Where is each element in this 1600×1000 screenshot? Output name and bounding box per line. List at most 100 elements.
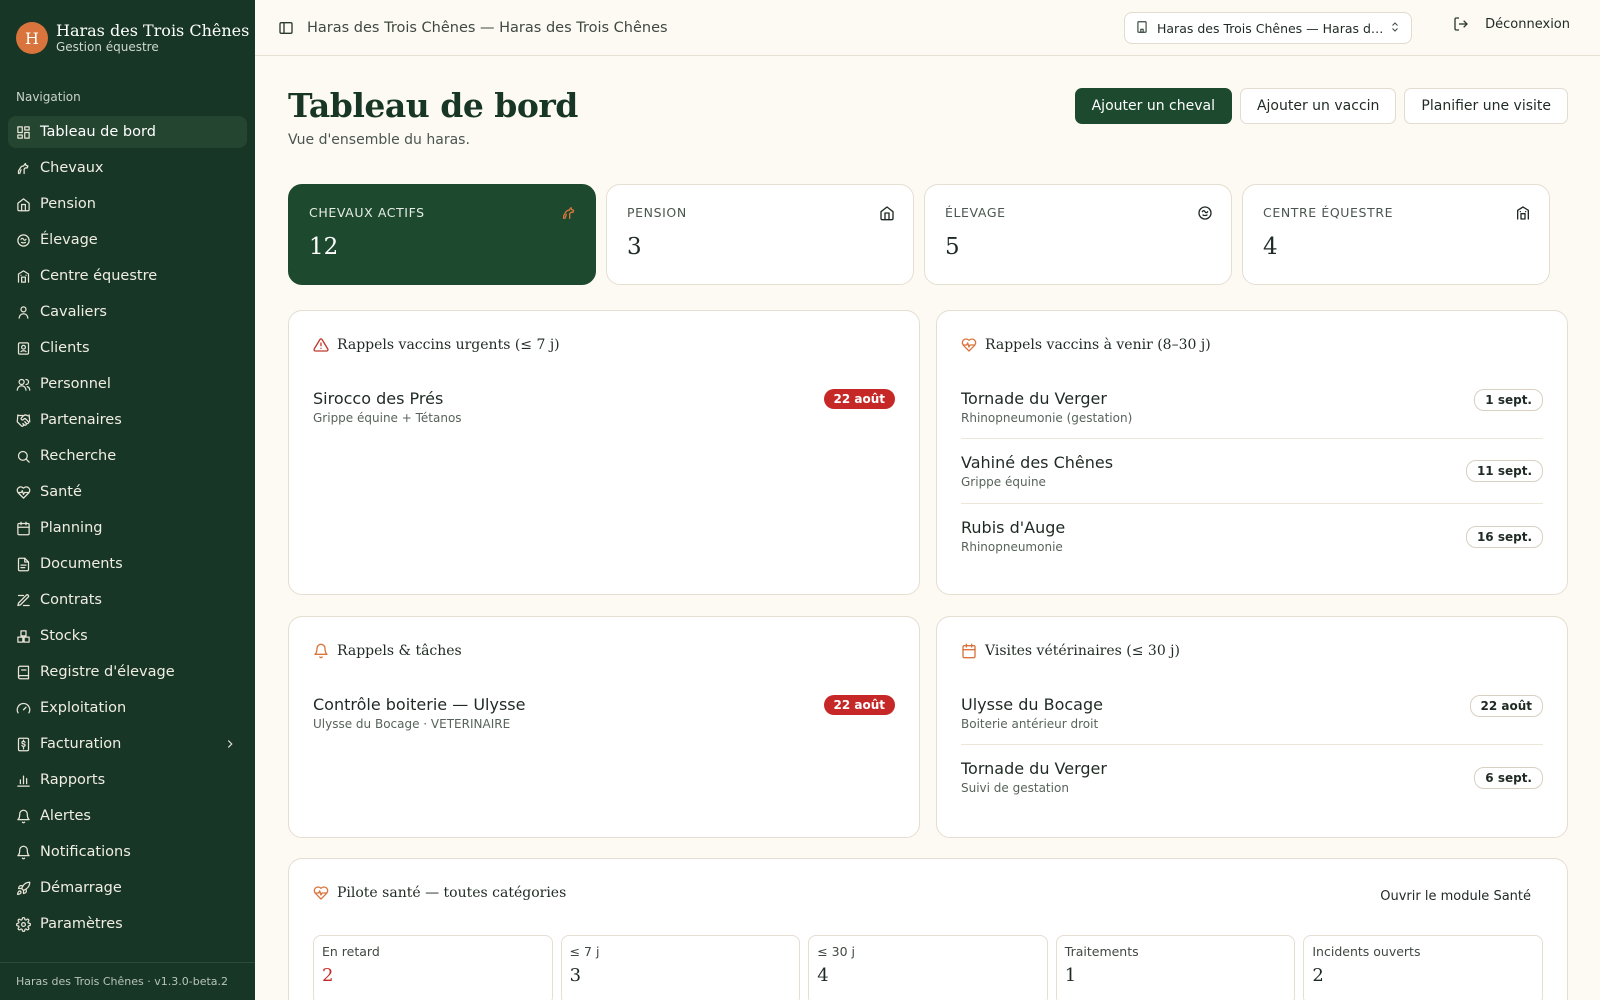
sidebar-item-facturation[interactable]: Facturation: [8, 728, 247, 760]
plan-visit-button[interactable]: Planifier une visite: [1404, 88, 1568, 124]
sidebar-item-tableau-de-bord[interactable]: Tableau de bord: [8, 116, 247, 148]
item-detail: Rhinopneumonie (gestation): [961, 411, 1133, 425]
sidebar-item-recherche[interactable]: Recherche: [8, 440, 247, 472]
health-stat-label: Traitements: [1064, 944, 1139, 959]
horse-icon: [561, 205, 577, 221]
sidebar-item-stocks[interactable]: Stocks: [8, 620, 247, 652]
health-stat-incidents-ouverts[interactable]: Incidents ouverts 2: [1303, 935, 1543, 1000]
brand-subtitle: Gestion équestre: [56, 40, 159, 54]
add-horse-button[interactable]: Ajouter un cheval: [1074, 88, 1232, 124]
vet-visits-list: Ulysse du Bocage Boiterie antérieur droit…: [961, 695, 1543, 810]
health-stat-en-retard[interactable]: En retard 2: [313, 935, 553, 1000]
stat-card-boarding[interactable]: Pension 3: [606, 184, 914, 285]
list-item[interactable]: Tornade du Verger Rhinopneumonie (gestati…: [961, 389, 1543, 439]
open-health-module-button[interactable]: Ouvrir le module Santé: [1380, 889, 1531, 904]
sidebar-item-alertes[interactable]: Alertes: [8, 800, 247, 832]
calendar-icon: [961, 643, 977, 659]
item-title: Sirocco des Prés: [313, 389, 444, 408]
sidebar-item-centre-equestre[interactable]: Centre équestre: [8, 260, 247, 292]
main-content: Tableau de bord Vue d'ensemble du haras.…: [288, 56, 1568, 1000]
sidebar-item-demarrage[interactable]: Démarrage: [8, 872, 247, 904]
item-title: Tornade du Verger: [961, 759, 1107, 778]
sidebar-item-label: Chevaux: [40, 160, 104, 176]
search-icon: [16, 449, 31, 464]
health-stat-label: Incidents ouverts: [1312, 944, 1421, 959]
sidebar-item-partenaires[interactable]: Partenaires: [8, 404, 247, 436]
page-title: Tableau de bord: [288, 86, 578, 125]
health-stat-label: En retard: [322, 944, 380, 959]
sidebar-item-contrats[interactable]: Contrats: [8, 584, 247, 616]
stat-label: Centre équestre: [1263, 205, 1394, 220]
home-icon: [879, 205, 895, 221]
health-summary-grid: En retard 2 ≤ 7 j 3 ≤ 30 j 4 Traitements 1 Incid…: [313, 935, 1543, 1000]
stat-card-breeding[interactable]: Élevage 5: [924, 184, 1232, 285]
health-stat-value: 1: [1064, 965, 1077, 986]
list-item[interactable]: Vahiné des Chênes Grippe équine 11 sept.: [961, 439, 1543, 504]
item-title: Contrôle boiterie — Ulysse: [313, 695, 526, 714]
panel-left-icon: [279, 21, 293, 34]
sidebar-item-chevaux[interactable]: Chevaux: [8, 152, 247, 184]
users-icon: [16, 377, 31, 392]
health-stat-30-j[interactable]: ≤ 30 j 4: [808, 935, 1048, 1000]
health-stat-label: ≤ 7 j: [569, 944, 600, 959]
gauge-icon: [16, 701, 31, 716]
sidebar-item-planning[interactable]: Planning: [8, 512, 247, 544]
sidebar-toggle-button[interactable]: [277, 19, 295, 37]
topbar-title: Haras des Trois Chênes — Haras des Trois…: [307, 19, 668, 36]
sidebar-item-exploitation[interactable]: Exploitation: [8, 692, 247, 724]
sidebar-item-label: Cavaliers: [40, 304, 107, 320]
health-pilot-card: Pilote santé — toutes catégories Ouvrir …: [288, 858, 1568, 1000]
sidebar-item-sante[interactable]: Santé: [8, 476, 247, 508]
urgent-vaccines-list: Sirocco des Prés Grippe équine + Tétanos 2…: [313, 389, 895, 439]
stat-value: 4: [1263, 234, 1278, 260]
sidebar-item-cavaliers[interactable]: Cavaliers: [8, 296, 247, 328]
stat-card-riding-center[interactable]: Centre équestre 4: [1242, 184, 1550, 285]
sidebar-item-personnel[interactable]: Personnel: [8, 368, 247, 400]
horse-icon: [16, 161, 31, 176]
sidebar-item-notifications[interactable]: Notifications: [8, 836, 247, 868]
sidebar-item-parametres[interactable]: Paramètres: [8, 908, 247, 940]
contact-icon: [16, 341, 31, 356]
stat-card-active-horses[interactable]: Chevaux actifs 12: [288, 184, 596, 285]
logout-label: Déconnexion: [1485, 16, 1570, 32]
health-stat-label: ≤ 30 j: [817, 944, 855, 959]
item-title: Tornade du Verger: [961, 389, 1107, 408]
sidebar-item-elevage[interactable]: Élevage: [8, 224, 247, 256]
sidebar-item-registre-d-elevage[interactable]: Registre d'élevage: [8, 656, 247, 688]
nav-heading: Navigation: [16, 90, 81, 104]
sidebar-item-label: Tableau de bord: [40, 124, 156, 140]
date-badge: 22 août: [823, 389, 895, 409]
dashboard-icon: [16, 125, 31, 140]
item-detail: Rhinopneumonie: [961, 540, 1063, 554]
stable-selector[interactable]: Haras des Trois Chênes — Haras des Trois…: [1124, 12, 1412, 44]
invoice-icon: [16, 737, 31, 752]
bell-icon: [16, 809, 31, 824]
sidebar-item-label: Planning: [40, 520, 103, 536]
list-item[interactable]: Sirocco des Prés Grippe équine + Tétanos 2…: [313, 389, 895, 439]
list-item[interactable]: Rubis d'Auge Rhinopneumonie 16 sept.: [961, 504, 1543, 569]
rider-icon: [16, 305, 31, 320]
sidebar-item-rapports[interactable]: Rapports: [8, 764, 247, 796]
sidebar-item-documents[interactable]: Documents: [8, 548, 247, 580]
stat-value: 12: [309, 234, 339, 260]
sidebar-item-pension[interactable]: Pension: [8, 188, 247, 220]
list-item[interactable]: Ulysse du Bocage Boiterie antérieur droit…: [961, 695, 1543, 745]
health-stat-7-j[interactable]: ≤ 7 j 3: [560, 935, 801, 1000]
logout-button[interactable]: Déconnexion: [1453, 16, 1570, 32]
bell-icon: [313, 643, 329, 659]
sidebar-item-label: Démarrage: [40, 880, 122, 896]
upcoming-vaccines-card: Rappels vaccins à venir (8–30 j) Tornade…: [936, 310, 1568, 595]
urgent-vaccines-card: Rappels vaccins urgents (≤ 7 j) Sirocco …: [288, 310, 920, 595]
breeding-icon: [16, 233, 31, 248]
health-stat-traitements[interactable]: Traitements 1: [1055, 935, 1296, 1000]
date-badge: 16 sept.: [1465, 525, 1543, 548]
breeding-icon: [1197, 205, 1213, 221]
list-item[interactable]: Contrôle boiterie — Ulysse Ulysse du Boca…: [313, 695, 895, 745]
brand[interactable]: H Haras des Trois Chênes Gestion équestr…: [0, 0, 255, 56]
add-vaccine-button[interactable]: Ajouter un vaccin: [1239, 88, 1397, 124]
sidebar-item-clients[interactable]: Clients: [8, 332, 247, 364]
page-subtitle: Vue d'ensemble du haras.: [288, 132, 470, 148]
handshake-icon: [16, 413, 31, 428]
list-item[interactable]: Tornade du Verger Suivi de gestation 6 sep…: [961, 745, 1543, 810]
item-detail: Grippe équine: [961, 474, 1046, 489]
